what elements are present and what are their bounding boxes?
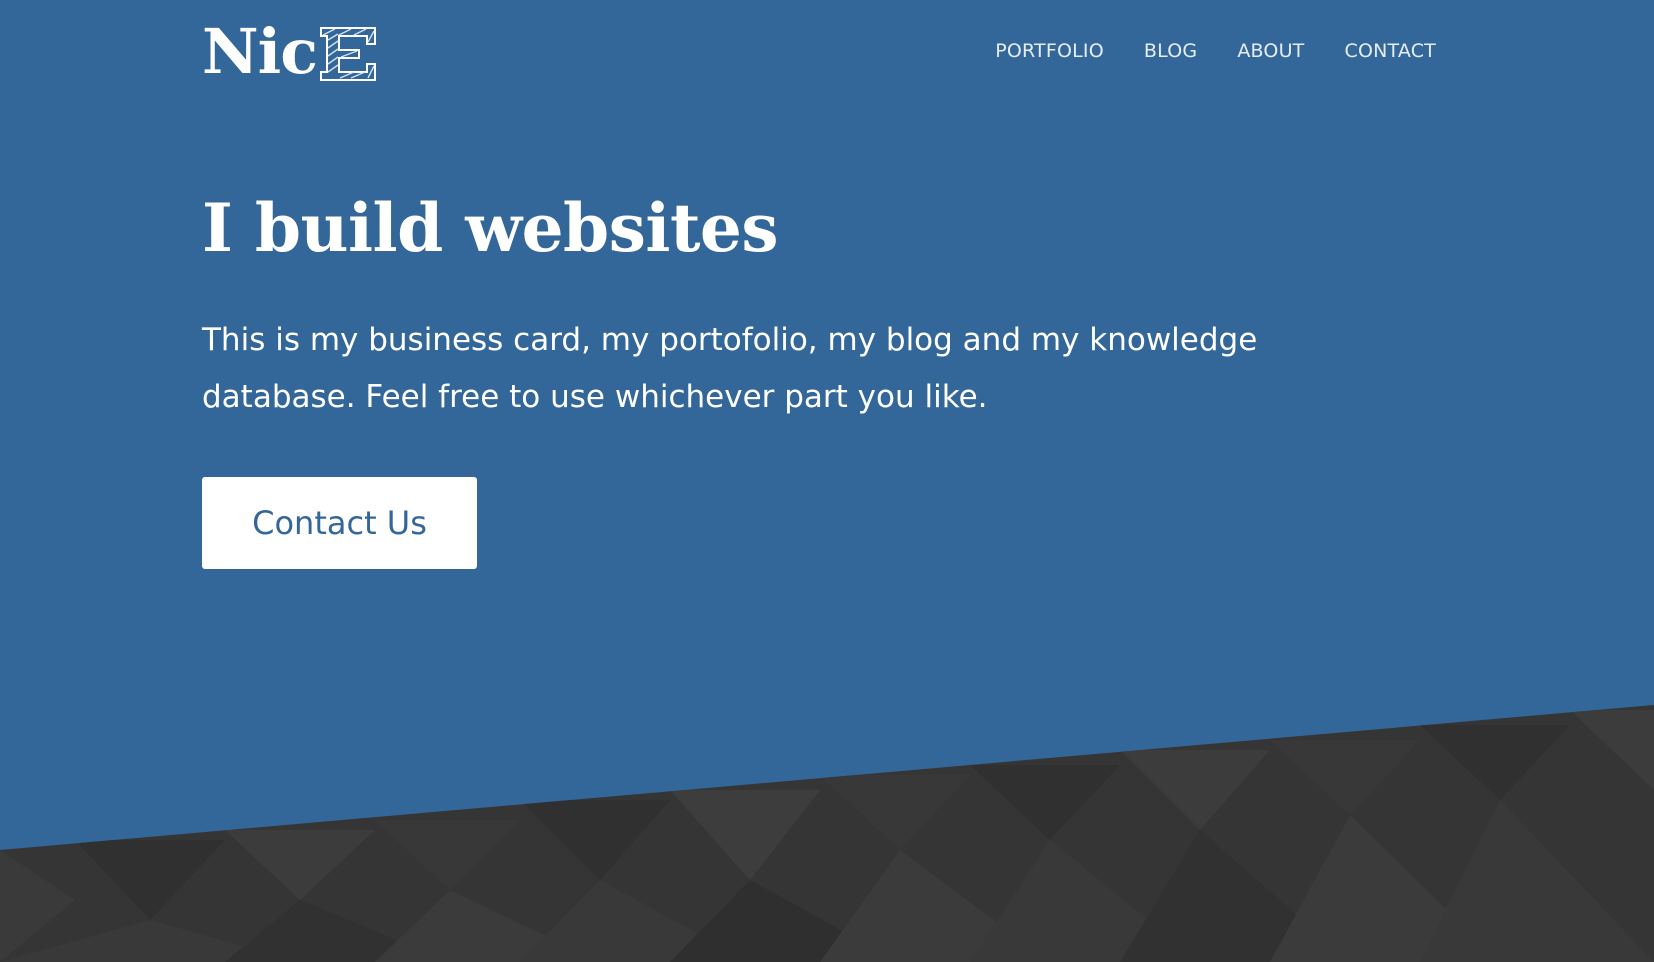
logo-text: Nic	[202, 15, 318, 88]
nav-item-portfolio: PORTFOLIO	[995, 40, 1104, 62]
contact-us-button[interactable]: Contact Us	[202, 477, 477, 569]
band-triangle-pattern	[0, 710, 1654, 962]
hero-headline: I build websites	[202, 189, 779, 267]
nav-link-about[interactable]: ABOUT	[1237, 40, 1304, 62]
nav-link-blog[interactable]: BLOG	[1144, 40, 1197, 62]
hero-intro-text: This is my business card, my portofolio,…	[202, 322, 1258, 415]
nav-item-blog: BLOG	[1144, 40, 1197, 62]
nav-link-portfolio[interactable]: PORTFOLIO	[995, 40, 1104, 62]
band-background	[0, 705, 1654, 962]
main-nav: PORTFOLIO BLOG ABOUT CONTACT	[995, 40, 1436, 62]
hero-section: Nic PORTFOLIO BLOG ABOUT CONTACT I build…	[0, 0, 1654, 962]
site-logo[interactable]: Nic	[202, 15, 377, 88]
nav-link-contact[interactable]: CONTACT	[1344, 40, 1436, 62]
logo-sketch-letter	[319, 26, 377, 82]
nav-item-about: ABOUT	[1237, 40, 1304, 62]
nav-item-contact: CONTACT	[1344, 40, 1436, 62]
logo-sketch-e-icon	[319, 27, 376, 81]
